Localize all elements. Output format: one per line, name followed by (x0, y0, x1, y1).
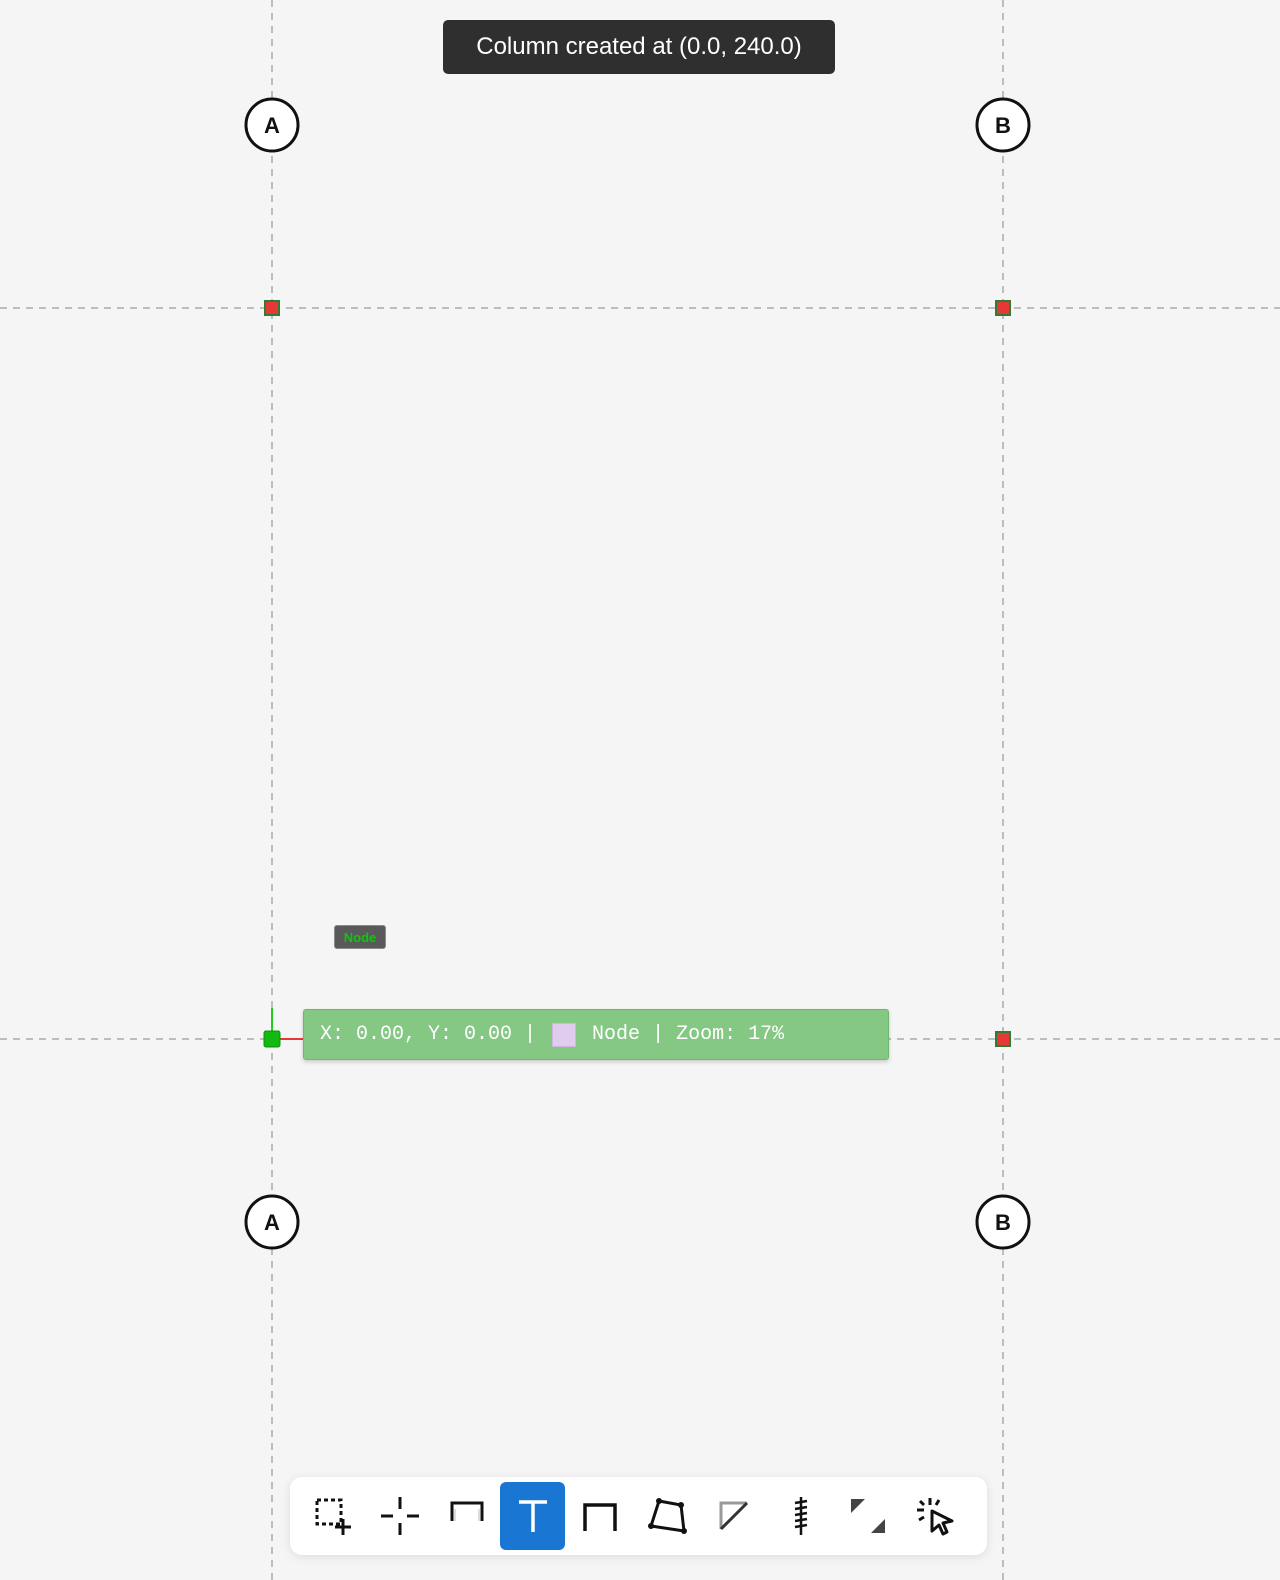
tool-click-select-button[interactable] (902, 1482, 967, 1550)
tool-column-button[interactable] (500, 1482, 565, 1550)
column-t-icon (518, 1500, 547, 1532)
grid-bubble-b-top[interactable]: B (975, 97, 1031, 153)
tool-brace-button[interactable] (701, 1482, 766, 1550)
tool-spring-support-button[interactable] (768, 1482, 833, 1550)
zoom-readout: | Zoom: 17% (652, 1023, 785, 1046)
node-marker-a-top[interactable] (264, 300, 280, 316)
tool-polygon-button[interactable] (634, 1482, 699, 1550)
grid-bubble-a-bottom[interactable]: A (244, 1194, 300, 1250)
node-marker-b-top[interactable] (995, 300, 1011, 316)
node-tooltip-badge: Node (334, 925, 386, 949)
coordinate-readout: X: 0.00, Y: 0.00 | (320, 1023, 537, 1046)
grid-bubble-label: B (995, 1210, 1011, 1235)
grid-bubble-label: A (264, 1210, 280, 1235)
grid-bubble-b-bottom[interactable]: B (975, 1194, 1031, 1250)
active-node-marker[interactable] (263, 1030, 281, 1048)
click-pointer-icon (916, 1498, 953, 1536)
tool-resize-button[interactable] (835, 1482, 900, 1550)
tool-frame-button[interactable] (567, 1482, 632, 1550)
select-area-icon (315, 1498, 351, 1535)
resize-corners-icon (850, 1499, 885, 1533)
tool-node-button[interactable] (367, 1482, 432, 1550)
polygon-icon (647, 1498, 687, 1534)
drawing-canvas[interactable]: A B A B (0, 0, 1280, 1580)
toast-message: Column created at (0.0, 240.0) (476, 33, 802, 60)
frame-icon (582, 1503, 617, 1531)
mode-color-swatch (552, 1022, 577, 1047)
cursor-status-bar: X: 0.00, Y: 0.00 | Node | Zoom: 17% (303, 1009, 889, 1060)
crosshair-node-icon (380, 1497, 419, 1535)
diagonal-brace-icon (719, 1501, 748, 1531)
bottom-toolbar (290, 1477, 987, 1555)
grid-bubble-label: A (264, 113, 280, 138)
grid-bubble-label: B (995, 113, 1011, 138)
spring-support-icon (794, 1497, 807, 1535)
status-toast: Column created at (0.0, 240.0) (443, 20, 835, 74)
beam-icon (450, 1501, 483, 1521)
node-tag-label: Node (343, 929, 377, 945)
mode-label: Node (592, 1023, 641, 1046)
tool-beam-button[interactable] (434, 1482, 499, 1550)
tool-select-area-button[interactable] (300, 1482, 365, 1550)
grid-bubble-a-top[interactable]: A (244, 97, 300, 153)
node-marker-b-bottom[interactable] (995, 1031, 1011, 1047)
